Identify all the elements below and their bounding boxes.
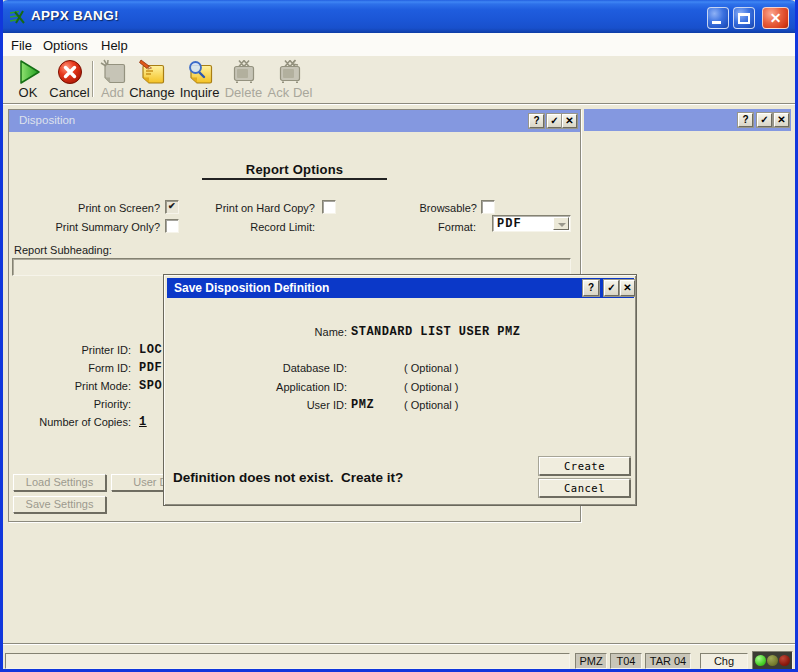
toolbar: OK Cancel Add Change [3, 56, 795, 103]
user-id-optional: ( Optional ) [404, 399, 458, 411]
save-disposition-dialog: Save Disposition Definition ? ✓ ✕ Name: … [163, 274, 637, 506]
close-button[interactable]: ✕ [762, 7, 789, 29]
print-on-hard-copy-checkbox[interactable] [322, 200, 336, 214]
application-id-label: Application ID: [164, 381, 347, 393]
led-red-icon [779, 655, 790, 666]
database-id-label: Database ID: [164, 362, 347, 374]
print-mode-value[interactable]: SPO [139, 379, 162, 393]
add-note-icon [99, 58, 127, 86]
dropdown-button[interactable] [553, 217, 569, 230]
print-mode-label: Print Mode: [9, 380, 131, 392]
print-on-screen-label: Print on Screen? [9, 202, 160, 214]
dialog-help-button[interactable]: ? [583, 280, 599, 296]
number-of-copies-value[interactable]: 1 [139, 415, 147, 429]
create-button[interactable]: Create [539, 457, 630, 475]
number-of-copies-label: Number of Copies: [9, 416, 131, 428]
dialog-message: Definition does not exist. Create it? [173, 470, 403, 485]
close-icon: ✕ [763, 10, 788, 26]
window-title: APPX BANG! [31, 8, 119, 23]
menu-file[interactable]: File [11, 38, 32, 53]
pane-close-button[interactable]: ✕ [562, 114, 577, 128]
led-yellow-icon [767, 655, 778, 666]
cancel-icon [56, 58, 84, 86]
ack-del-tv-icon [276, 58, 304, 86]
maximize-button[interactable] [733, 7, 755, 29]
user-id-label: User ID: [164, 399, 347, 411]
dialog-close-button[interactable]: ✕ [620, 280, 635, 296]
format-value: PDF [497, 217, 522, 231]
inquire-button[interactable]: Inquire [172, 58, 227, 100]
disposition-titlebar: Disposition ? ✓ ✕ [9, 110, 580, 132]
dialog-title: Save Disposition Definition [174, 281, 329, 295]
menu-options[interactable]: Options [43, 38, 88, 53]
menubar: File Options Help [3, 33, 795, 56]
dialog-accept-button[interactable]: ✓ [604, 280, 619, 296]
user-id-value[interactable]: PMZ [351, 398, 374, 412]
disposition-title: Disposition [19, 114, 75, 126]
dropdown-arrow-icon [558, 223, 566, 227]
priority-label: Priority: [9, 398, 131, 410]
right-pane-help-button[interactable]: ? [738, 113, 753, 127]
right-pane-accept-button[interactable]: ✓ [757, 113, 772, 127]
save-settings-button[interactable]: Save Settings [13, 496, 106, 513]
minimize-icon [712, 21, 721, 24]
change-pencil-note-icon [138, 58, 166, 86]
delete-button: Delete [221, 58, 266, 100]
load-settings-button[interactable]: Load Settings [13, 474, 106, 491]
cancel-dialog-button[interactable]: Cancel [539, 479, 630, 497]
content-area: Disposition ? ✓ ✕ Report Options Print o… [3, 103, 795, 643]
cancel-button[interactable]: Cancel [47, 58, 92, 100]
window-titlebar[interactable]: APPX BANG! ✕ [0, 0, 798, 33]
right-pane-titlebar: ? ✓ ✕ [584, 109, 791, 131]
maximize-icon [738, 13, 750, 24]
name-label: Name: [164, 326, 347, 338]
report-options-heading: Report Options [202, 162, 387, 180]
print-summary-only-label: Print Summary Only? [9, 221, 160, 233]
status-session-panel: TAR 04 [645, 653, 691, 669]
status-led-panel [752, 651, 793, 670]
printer-id-label: Printer ID: [9, 344, 131, 356]
menu-help[interactable]: Help [101, 38, 128, 53]
format-dropdown[interactable]: PDF [492, 215, 571, 232]
record-limit-label: Record Limit: [169, 221, 315, 233]
status-mode-panel: Chg [700, 653, 748, 669]
form-id-label: Form ID: [9, 362, 131, 374]
database-id-optional: ( Optional ) [404, 362, 458, 374]
dialog-titlebar: Save Disposition Definition [167, 278, 634, 298]
app-icon [8, 8, 26, 26]
statusbar: PMZ T04 TAR 04 Chg [3, 643, 795, 669]
name-value[interactable]: STANDARD LIST USER PMZ [351, 325, 520, 339]
status-terminal-panel: T04 [610, 653, 642, 669]
application-id-optional: ( Optional ) [404, 381, 458, 393]
report-subheading-label: Report Subheading: [14, 244, 112, 256]
ok-play-icon [14, 58, 42, 86]
delete-tv-icon [230, 58, 258, 86]
format-label: Format: [339, 221, 476, 233]
browsable-checkbox[interactable] [481, 200, 495, 214]
toolbar-separator [92, 61, 94, 97]
browsable-label: Browsable? [339, 202, 477, 214]
ok-button[interactable]: OK [9, 58, 47, 100]
printer-id-value[interactable]: LOC [139, 343, 162, 357]
status-message-panel [5, 653, 570, 669]
pane-help-button[interactable]: ? [529, 114, 544, 128]
minimize-button[interactable] [707, 7, 729, 29]
form-id-value[interactable]: PDF [139, 361, 162, 375]
pane-accept-button[interactable]: ✓ [547, 114, 562, 128]
inquire-magnifier-note-icon [186, 58, 214, 86]
right-pane-close-button[interactable]: ✕ [774, 113, 789, 127]
led-green-icon [755, 655, 766, 666]
print-on-hard-copy-label: Print on Hard Copy? [169, 202, 315, 214]
ack-del-button: Ack Del [264, 58, 316, 100]
status-user-panel: PMZ [575, 653, 607, 669]
